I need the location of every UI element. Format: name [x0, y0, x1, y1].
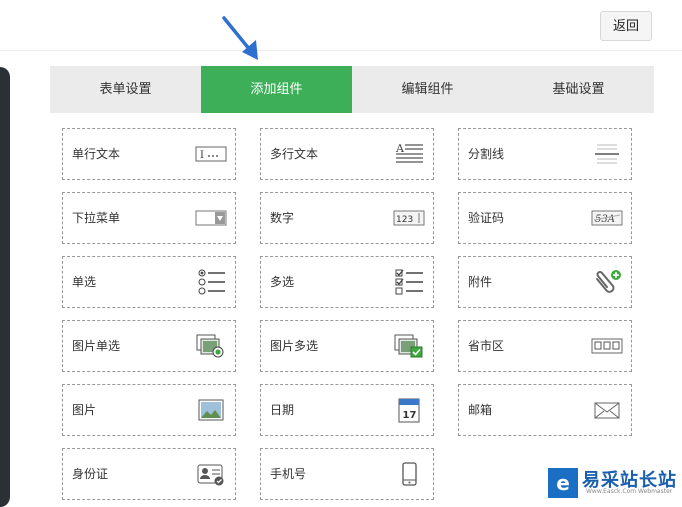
component-id-card[interactable]: 身份证: [62, 448, 236, 500]
paragraph-icon: A: [393, 141, 425, 167]
component-label: 下拉菜单: [72, 211, 121, 225]
component-label: 图片: [72, 403, 97, 417]
tab-add-component[interactable]: 添加组件: [201, 66, 352, 113]
component-label: 图片单选: [72, 339, 121, 353]
component-label: 图片多选: [270, 339, 319, 353]
divider-lines-icon: [591, 141, 623, 167]
watermark-subtitle: Www.Easck.Com Webmaster: [586, 488, 673, 495]
svg-text:123: 123: [396, 215, 413, 225]
image-checkbox-icon: [393, 333, 425, 359]
number-input-icon: 123: [393, 205, 425, 231]
calendar-icon: 17: [393, 397, 425, 423]
watermark-logo: e: [548, 468, 578, 498]
component-multi-line-text[interactable]: 多行文本 A: [260, 128, 434, 180]
select-dropdown-icon: [195, 205, 227, 231]
tab-edit-component[interactable]: 编辑组件: [352, 66, 503, 113]
back-button[interactable]: 返回: [600, 11, 652, 41]
component-region[interactable]: 省市区: [458, 320, 632, 372]
component-label: 数字: [270, 211, 295, 225]
component-phone[interactable]: 手机号: [260, 448, 434, 500]
component-label: 邮箱: [468, 403, 493, 417]
tab-form-settings[interactable]: 表单设置: [50, 66, 201, 113]
side-panel-edge: [0, 67, 10, 507]
image-radio-icon: [195, 333, 227, 359]
pointer-arrow-icon: [222, 16, 258, 60]
checkbox-list-icon: [393, 269, 425, 295]
component-image-radio[interactable]: 图片单选: [62, 320, 236, 372]
component-single-line-text[interactable]: 单行文本 I: [62, 128, 236, 180]
radio-list-icon: [195, 269, 227, 295]
svg-text:A: A: [395, 142, 405, 155]
component-divider[interactable]: 分割线: [458, 128, 632, 180]
component-date[interactable]: 日期 17: [260, 384, 434, 436]
top-bar: 返回: [0, 0, 682, 51]
svg-text:I: I: [200, 150, 204, 161]
component-captcha[interactable]: 验证码 53A: [458, 192, 632, 244]
captcha-icon: 53A: [591, 205, 623, 231]
component-image-checkbox[interactable]: 图片多选: [260, 320, 434, 372]
component-label: 省市区: [468, 339, 505, 353]
id-card-icon: [195, 461, 227, 487]
site-watermark: e 易采站长站 Www.Easck.Com Webmaster: [548, 466, 682, 500]
component-radio[interactable]: 单选: [62, 256, 236, 308]
component-label: 单行文本: [72, 147, 121, 161]
component-attachment[interactable]: 附件: [458, 256, 632, 308]
component-label: 单选: [72, 275, 97, 289]
component-dropdown[interactable]: 下拉菜单: [62, 192, 236, 244]
component-label: 日期: [270, 403, 295, 417]
envelope-icon: [591, 397, 623, 423]
tab-bar: 表单设置 添加组件 编辑组件 基础设置: [50, 66, 654, 113]
region-boxes-icon: [591, 333, 623, 359]
component-label: 分割线: [468, 147, 505, 161]
component-checkbox[interactable]: 多选: [260, 256, 434, 308]
image-icon: [195, 397, 227, 423]
component-label: 附件: [468, 275, 493, 289]
tab-basic-settings[interactable]: 基础设置: [503, 66, 654, 113]
component-email[interactable]: 邮箱: [458, 384, 632, 436]
component-number[interactable]: 数字 123: [260, 192, 434, 244]
svg-text:17: 17: [403, 410, 417, 421]
paperclip-add-icon: [591, 269, 623, 295]
component-label: 验证码: [468, 211, 505, 225]
component-label: 多行文本: [270, 147, 319, 161]
component-label: 身份证: [72, 467, 109, 481]
component-label: 手机号: [270, 467, 307, 481]
mobile-phone-icon: [393, 461, 425, 487]
component-image[interactable]: 图片: [62, 384, 236, 436]
text-input-icon: I: [195, 141, 227, 167]
component-label: 多选: [270, 275, 295, 289]
